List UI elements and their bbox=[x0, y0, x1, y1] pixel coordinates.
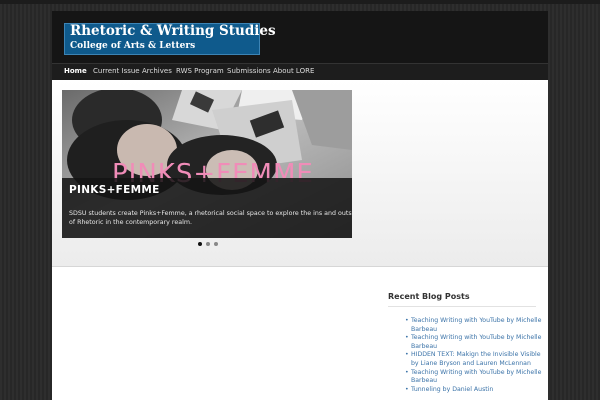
slider-dot-2[interactable] bbox=[206, 242, 210, 246]
site-logo[interactable]: Rhetoric & Writing Studies College of Ar… bbox=[64, 23, 276, 55]
list-item[interactable]: • HIDDEN TEXT: Makign the Invisible Visib… bbox=[405, 351, 545, 368]
bullet-icon: • bbox=[405, 334, 409, 342]
post-link[interactable]: Teaching Writing with YouTube by Michell… bbox=[411, 369, 541, 385]
slider-dot-3[interactable] bbox=[214, 242, 218, 246]
list-item[interactable]: • Tunneling by Daniel Austin bbox=[405, 386, 545, 395]
logo-title: Rhetoric & Writing Studies bbox=[70, 23, 276, 39]
slide-heading[interactable]: PINKS+FEMME bbox=[69, 184, 160, 196]
nav-submissions[interactable]: Submissions bbox=[227, 67, 271, 75]
nav-home[interactable]: Home bbox=[64, 67, 87, 75]
post-link[interactable]: Teaching Writing with YouTube by Michell… bbox=[411, 334, 541, 350]
bullet-icon: • bbox=[405, 317, 409, 324]
post-link[interactable]: HIDDEN TEXT: Makign the Invisible Visibl… bbox=[411, 351, 541, 367]
widget-divider bbox=[388, 306, 536, 307]
post-link[interactable]: Tunneling by Daniel Austin bbox=[411, 386, 493, 393]
top-strip bbox=[0, 0, 600, 4]
bullet-icon: • bbox=[405, 385, 409, 393]
bullet-icon: • bbox=[405, 351, 409, 359]
logo-subtitle: College of Arts & Letters bbox=[70, 41, 196, 51]
slide-pinks-femme[interactable]: PINKS+FEMME PINKS+FEMME SDSU students cr… bbox=[62, 90, 352, 238]
post-link[interactable]: Teaching Writing with YouTube by Michell… bbox=[411, 317, 541, 333]
nav-rws-program[interactable]: RWS Program bbox=[176, 67, 224, 75]
list-item[interactable]: • Teaching Writing with YouTube by Michel… bbox=[405, 334, 545, 351]
page-wrapper: Rhetoric & Writing Studies College of Ar… bbox=[52, 11, 548, 400]
main-nav: Home Current Issue Archives RWS Program … bbox=[52, 63, 548, 80]
featured-slider: PINKS+FEMME PINKS+FEMME SDSU students cr… bbox=[52, 80, 548, 267]
recent-posts-title: Recent Blog Posts bbox=[388, 292, 470, 301]
nav-current-issue[interactable]: Current Issue bbox=[93, 67, 140, 75]
slide-caption-box: PINKS+FEMME SDSU students create Pinks+F… bbox=[62, 178, 352, 238]
recent-posts-list: • Teaching Writing with YouTube by Michel… bbox=[405, 317, 545, 394]
slide-caption: SDSU students create Pinks+Femme, a rhet… bbox=[69, 210, 352, 227]
main-content: PINKS+FEMME PINKS+FEMME SDSU students cr… bbox=[52, 80, 548, 400]
bullet-icon: • bbox=[405, 368, 409, 376]
list-item[interactable]: • Teaching Writing with YouTube by Michel… bbox=[405, 369, 545, 386]
site-header: Rhetoric & Writing Studies College of Ar… bbox=[52, 11, 548, 63]
slider-dot-1[interactable] bbox=[198, 242, 202, 246]
nav-archives[interactable]: Archives bbox=[142, 67, 172, 75]
list-item[interactable]: • Teaching Writing with YouTube by Michel… bbox=[405, 317, 545, 334]
nav-about-lore[interactable]: About LORE bbox=[273, 67, 314, 75]
